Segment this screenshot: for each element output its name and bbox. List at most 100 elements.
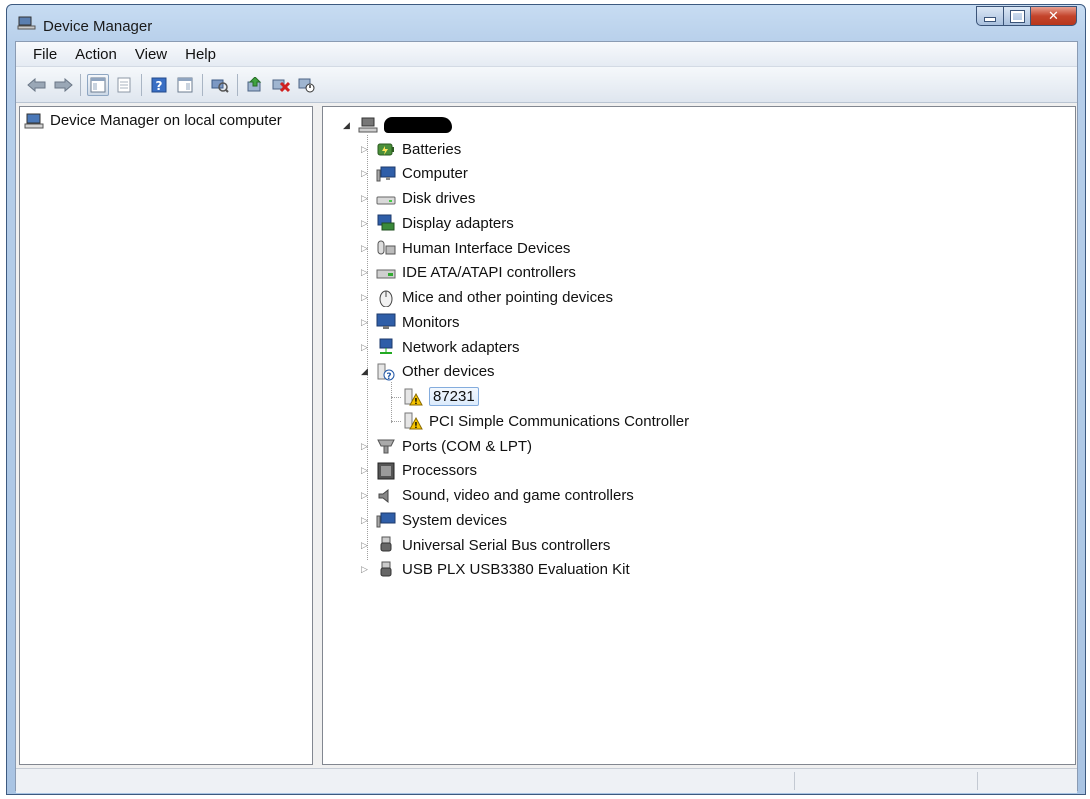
tree-category-label: System devices [402,511,508,529]
tree-category-mice-and-other-pointing-devices[interactable]: ▷ Mice and other pointing devices [361,287,613,309]
expand-arrow-icon[interactable]: ▷ [361,441,370,451]
usb-icon [376,561,396,579]
show-hide-console-tree-icon [90,77,106,92]
tree-category-batteries[interactable]: ▷ Batteries [361,138,461,160]
tree-category-network-adapters[interactable]: ▷ Network adapters [361,336,520,358]
collapse-arrow-icon[interactable]: ◢ [361,367,370,376]
title-bar[interactable]: Device Manager ✕ [7,5,1085,41]
tree-category-system-devices[interactable]: ▷ System devices [361,509,507,531]
disable-button[interactable] [296,74,318,96]
menu-help[interactable]: Help [176,46,225,63]
speaker-icon [376,487,396,505]
properties-button[interactable] [113,74,135,96]
tree-category-usb-plx-usb3380-evaluation-kit[interactable]: ▷ USB PLX USB3380 Evaluation Kit [361,559,630,581]
forward-arrow-icon [54,77,73,92]
tree-category-label: Display adapters [402,214,514,232]
tree-device-87231[interactable]: ! 87231 [391,386,479,408]
menu-action[interactable]: Action [66,46,126,63]
tree-category-label: Disk drives [402,190,476,207]
menu-bar: File Action View Help [16,42,1077,67]
menu-file[interactable]: File [16,46,66,63]
expand-arrow-icon[interactable]: ▷ [361,342,370,352]
maximize-button[interactable] [1004,6,1031,26]
show-action-pane-button[interactable] [174,74,196,96]
show-hide-console-tree-button[interactable] [87,73,109,96]
status-divider [794,772,795,790]
close-button[interactable]: ✕ [1031,6,1077,26]
device-tree-pane[interactable]: ◢ ▷ Batteries ▷ Computer ▷ Disk drives ▷ Displa… [322,106,1076,765]
tree-category-processors[interactable]: ▷ Processors [361,460,477,482]
tree-category-label: Computer [402,165,468,183]
usb-icon [376,536,396,554]
tree-category-monitors[interactable]: ▷ Monitors [361,311,460,333]
tree-category-label: Monitors [402,313,460,331]
maximize-icon [1009,9,1025,23]
expand-arrow-icon[interactable]: ▷ [361,243,370,253]
expand-arrow-icon[interactable]: ▷ [361,218,370,228]
console-tree-pane[interactable]: Device Manager on local computer [19,106,313,765]
update-driver-icon [247,76,262,91]
tree-category-sound-video-and-game-controllers[interactable]: ▷ Sound, video and game controllers [361,485,634,507]
expand-arrow-icon[interactable]: ▷ [361,169,370,178]
svg-text:!: ! [414,421,418,430]
uninstall-icon [272,79,290,92]
expand-arrow-icon[interactable]: ▷ [361,317,370,327]
properties-icon [117,77,131,92]
console-tree-root[interactable]: Device Manager on local computer [24,112,282,129]
tree-root-node[interactable]: ◢ [343,114,452,136]
expand-arrow-icon[interactable]: ▷ [361,144,370,154]
client-area: File Action View Help ? Device Manager o… [15,41,1078,793]
expand-arrow-icon[interactable]: ▷ [361,293,370,302]
scan-hardware-button[interactable] [209,74,231,96]
tree-category-computer[interactable]: ▷ Computer [361,163,468,185]
tree-category-label: Processors [402,462,478,480]
expand-arrow-icon[interactable]: ▷ [361,565,370,574]
collapse-arrow-icon[interactable]: ◢ [343,120,352,130]
expand-arrow-icon[interactable]: ▷ [361,540,370,550]
tree-category-universal-serial-bus-controllers[interactable]: ▷ Universal Serial Bus controllers [361,534,610,556]
window-title: Device Manager [43,18,153,35]
port-icon [376,437,396,455]
toolbar-separator [80,73,81,96]
display-adapter-icon [376,214,396,232]
pane-splitter[interactable] [314,106,321,765]
battery-icon [376,140,396,158]
close-icon: ✕ [1048,8,1059,24]
network-adapter-icon [376,338,396,356]
processor-icon [376,462,396,480]
tree-category-disk-drives[interactable]: ▷ Disk drives [361,188,475,210]
minimize-button[interactable] [976,6,1004,26]
tree-category-label: USB PLX USB3380 Evaluation Kit [402,561,630,579]
tree-category-human-interface-devices[interactable]: ▷ Human Interface Devices [361,237,570,259]
show-action-pane-icon [177,77,193,92]
expand-arrow-icon[interactable]: ▷ [361,466,370,475]
expand-arrow-icon[interactable]: ▷ [361,268,370,277]
disable-icon [298,78,315,92]
uninstall-button[interactable] [270,74,292,96]
window-controls: ✕ [976,6,1077,28]
tree-category-other-devices[interactable]: ◢? Other devices [361,361,495,383]
tree-device-pci-simple-communications-controller[interactable]: ! PCI Simple Communications Controller [391,410,689,432]
tree-category-label: Human Interface Devices [402,239,571,257]
computer-management-icon [24,113,44,128]
update-driver-button[interactable] [244,74,266,96]
status-bar [16,768,1077,793]
computer-icon [358,116,378,134]
warning-device-icon: ! [403,388,423,406]
back-button[interactable] [26,74,48,96]
menu-view[interactable]: View [126,46,176,63]
tree-category-display-adapters[interactable]: ▷ Display adapters [361,212,514,234]
tree-category-label: Sound, video and game controllers [402,487,634,504]
tree-category-ports-com-lpt[interactable]: ▷ Ports (COM & LPT) [361,435,532,457]
status-divider [977,772,978,790]
toolbar-separator [237,73,238,96]
expand-arrow-icon[interactable]: ▷ [361,491,370,500]
tree-category-ide-ata-atapi-controllers[interactable]: ▷ IDE ATA/ATAPI controllers [361,262,576,284]
expand-arrow-icon[interactable]: ▷ [361,194,370,203]
svg-text:?: ? [156,79,163,93]
expand-arrow-icon[interactable]: ▷ [361,515,370,525]
monitor-icon [376,313,396,331]
svg-text:!: ! [414,397,418,406]
help-button[interactable]: ? [148,74,170,96]
forward-button[interactable] [52,74,74,96]
